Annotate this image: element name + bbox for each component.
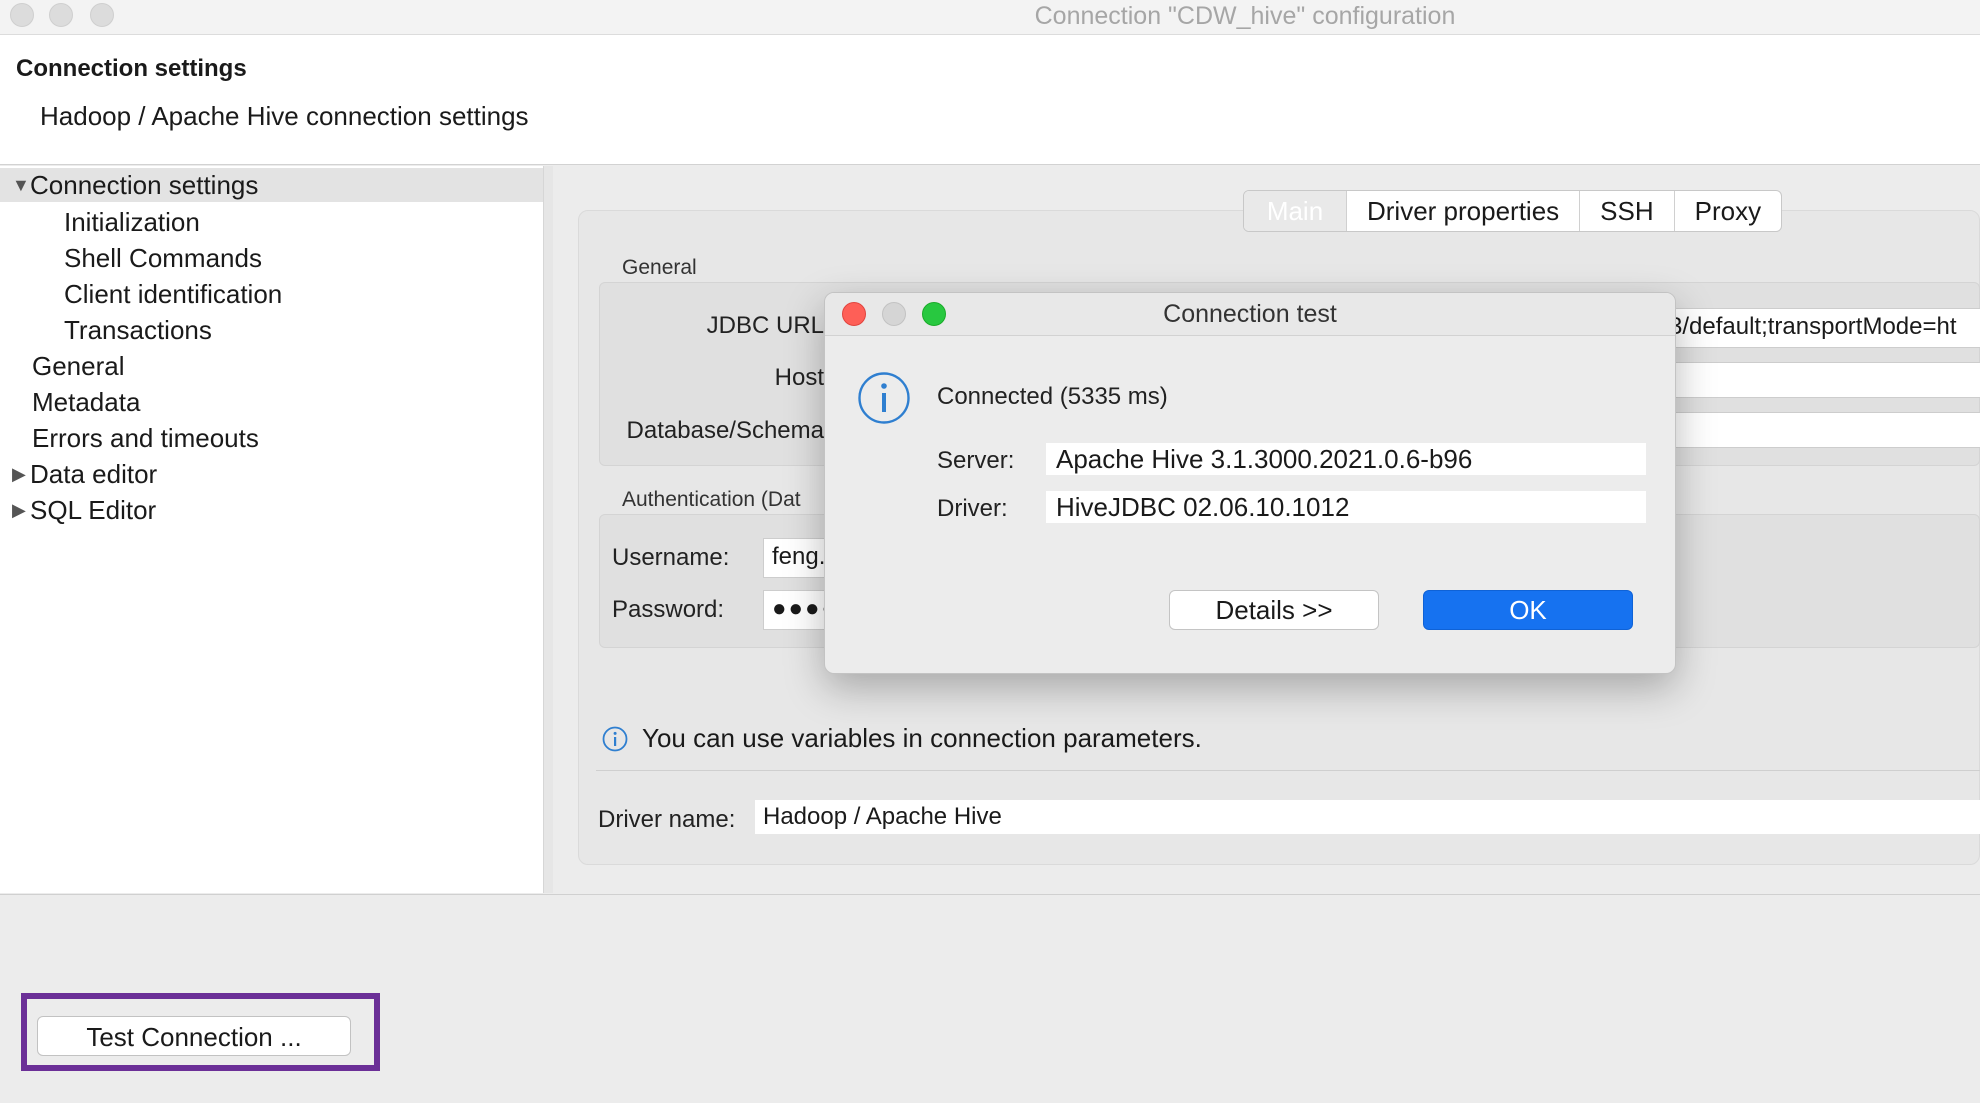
server-label: Server: [937,447,1015,474]
panel-splitter[interactable] [544,166,553,893]
tree-item-client-identification[interactable]: Client identification [64,277,282,311]
info-icon [602,726,628,752]
test-connection-button[interactable]: Test Connection ... [37,1016,351,1056]
dialog-title: Connection test [1163,300,1337,328]
username-label: Username: [612,544,730,571]
tree-item-data-editor[interactable]: ▶ Data editor [12,457,157,491]
driver-label: Driver: [937,495,1008,522]
driver-name-field[interactable]: Hadoop / Apache Hive [755,800,1980,834]
tree-item-label: Transactions [64,315,212,345]
tree-item-initialization[interactable]: Initialization [64,205,200,239]
host-field[interactable] [1660,362,1980,398]
tab-main[interactable]: Main [1244,191,1347,231]
tree-item-label: Errors and timeouts [32,423,259,453]
driver-value: HiveJDBC 02.06.10.1012 [1046,491,1646,523]
driver-name-label: Driver name: [598,806,736,833]
tree-item-label: Connection settings [30,170,259,200]
tree-item-label: Metadata [32,387,141,417]
general-group-label: General [622,256,697,279]
tree-item-general[interactable]: General [32,349,125,383]
details-button[interactable]: Details >> [1169,590,1379,630]
host-label: Host [774,364,824,391]
database-schema-label: Database/Schema [626,417,824,444]
tree-item-label: Shell Commands [64,243,262,273]
jdbc-url-field[interactable]: 3/default;transportMode=ht [1660,308,1980,348]
tree-item-sql-editor[interactable]: ▶ SQL Editor [12,493,156,527]
tab-bar: Main Driver properties SSH Proxy [1243,190,1783,232]
connection-test-dialog: Connection test Connected (5335 ms) Serv… [824,292,1676,674]
tree-item-shell-commands[interactable]: Shell Commands [64,241,262,275]
password-label: Password: [612,596,725,623]
tab-ssh[interactable]: SSH [1580,191,1675,231]
ok-button[interactable]: OK [1423,590,1633,630]
tree-item-transactions[interactable]: Transactions [64,313,212,347]
expanded-arrow-icon[interactable]: ▼ [12,168,30,202]
jdbc-url-label: JDBC URL [706,312,824,339]
page-subtitle: Hadoop / Apache Hive connection settings [40,101,529,131]
tree-item-label: Data editor [30,459,158,489]
server-value: Apache Hive 3.1.3000.2021.0.6-b96 [1046,443,1646,475]
divider [596,770,1980,771]
window-title: Connection "CDW_hive" configuration [1034,2,1456,30]
page-title: Connection settings [16,55,247,82]
tab-driver-properties[interactable]: Driver properties [1347,191,1581,231]
variables-note: You can use variables in connection para… [642,723,1202,753]
collapsed-arrow-icon[interactable]: ▶ [12,493,30,527]
collapsed-arrow-icon[interactable]: ▶ [12,457,30,491]
page-header: Connection settings Hadoop / Apache Hive… [0,35,1980,165]
window-titlebar: Connection "CDW_hive" configuration [0,0,1980,35]
tree-item-errors-and-timeouts[interactable]: Errors and timeouts [32,421,259,455]
tab-proxy[interactable]: Proxy [1675,191,1781,231]
tree-item-label: Client identification [64,279,283,309]
tree-item-label: General [32,351,125,381]
tree-item-connection-settings[interactable]: ▼Connection settings [12,168,258,202]
tree-item-label: Initialization [64,207,200,237]
dialog-titlebar: Connection test [825,293,1675,336]
settings-tree [0,166,544,893]
tree-item-metadata[interactable]: Metadata [32,385,140,419]
connection-status: Connected (5335 ms) [937,383,1168,410]
database-schema-field[interactable] [1660,412,1980,448]
authentication-group-label: Authentication (Dat [622,488,801,511]
info-icon [857,371,911,425]
tree-item-label: SQL Editor [30,495,157,525]
